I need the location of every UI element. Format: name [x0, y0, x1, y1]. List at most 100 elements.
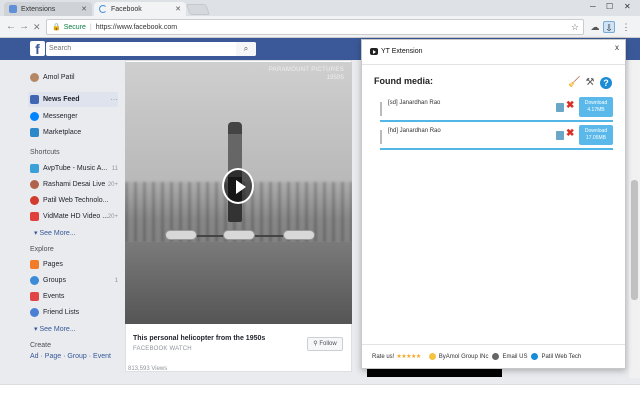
shortcut-item[interactable]: Rashami Desai Live 20+ — [30, 177, 118, 192]
browser-tab-strip: Extensions ✕ Facebook ✕ ─ ☐ ✕ — [0, 0, 640, 16]
tab-facebook[interactable]: Facebook ✕ — [94, 2, 186, 16]
avatar — [30, 73, 39, 82]
nav-label: VidMate HD Video ... — [43, 213, 109, 220]
divider — [362, 64, 625, 65]
help-icon[interactable]: ? — [600, 77, 612, 89]
news-feed-icon — [30, 95, 39, 104]
nav-label: Pages — [43, 261, 63, 268]
loading-icon — [99, 5, 107, 13]
media-label: [sd] Janardhan Rao — [388, 100, 441, 106]
video-frame-helicopter — [165, 222, 315, 244]
tools-icon[interactable]: ⚒ — [584, 77, 596, 89]
see-more-explore-link[interactable]: ▾ See More... — [34, 325, 76, 333]
download-button[interactable]: Download 17.05MB — [579, 125, 613, 145]
nav-label: AvpTube - Music A... — [43, 165, 108, 172]
facebook-logo[interactable]: f — [30, 41, 45, 57]
maximize-icon[interactable]: ☐ — [606, 2, 613, 11]
popup-footer: Rate us! ★★★★★ ByAmol Group INc Email US… — [362, 344, 625, 368]
company-icon — [428, 353, 436, 360]
nav-label: Rashami Desai Live — [43, 181, 106, 188]
broom-icon[interactable]: 🧹 — [568, 77, 580, 89]
view-count: 813,593 Views — [128, 366, 168, 372]
explore-heading: Explore — [30, 246, 54, 253]
page-avatar-icon — [30, 196, 39, 205]
back-icon[interactable]: ← — [6, 21, 16, 33]
calendar-icon — [30, 292, 39, 301]
rate-label: Rate us! — [372, 353, 395, 360]
see-more-shortcuts-link[interactable]: ▾ See More... — [34, 229, 76, 237]
tab-label: Extensions — [21, 5, 56, 13]
nav-messenger[interactable]: Messenger — [30, 109, 78, 124]
rating-stars[interactable]: ★★★★★ — [396, 353, 421, 360]
friends-icon — [30, 308, 39, 317]
nav-label: Friend Lists — [43, 309, 80, 316]
yt-extension-icon[interactable]: ⇩ — [603, 21, 615, 33]
search-input[interactable] — [46, 42, 256, 56]
popup-title: YT Extension — [381, 48, 423, 55]
shortcut-item[interactable]: AvpTube - Music A... 11 — [30, 161, 118, 176]
address-bar[interactable]: 🔒 Secure | https://www.facebook.com ☆ — [46, 19, 584, 35]
groups-icon — [30, 276, 39, 285]
nav-label: Groups — [43, 277, 66, 284]
remove-icon[interactable]: ✖ — [566, 100, 574, 112]
remove-icon[interactable]: ✖ — [566, 128, 574, 140]
close-window-icon[interactable]: ✕ — [624, 2, 631, 11]
post-source[interactable]: FACEBOOK WATCH — [133, 346, 192, 352]
close-icon[interactable]: ✕ — [81, 5, 87, 13]
media-row: [hd] Janardhan Rao ✖ Download 17.05MB — [380, 124, 613, 150]
page-avatar-icon — [30, 180, 39, 189]
menu-icon[interactable]: ⋮ — [620, 21, 632, 33]
close-icon[interactable]: ✕ — [175, 5, 181, 13]
new-tab-button[interactable] — [185, 4, 211, 15]
app-icon — [30, 212, 39, 221]
company-label[interactable]: ByAmol Group INc — [439, 354, 489, 360]
nav-groups[interactable]: Groups 1 — [30, 273, 118, 288]
count-badge: 11 — [111, 165, 118, 172]
yt-extension-popup: YT Extension x Found media: 🧹 ⚒ ? [sd] J… — [361, 39, 626, 369]
website-link[interactable]: Patil Web Tech — [541, 354, 581, 360]
cloud-icon[interactable]: ☁ — [589, 21, 601, 33]
video-frame-ground — [125, 242, 352, 324]
flag-icon — [30, 260, 39, 269]
nav-news-feed[interactable]: News Feed ··· — [30, 92, 118, 107]
file-icon[interactable] — [556, 131, 564, 140]
nav-profile[interactable]: Amol Patil — [30, 70, 75, 85]
nav-label: Amol Patil — [43, 74, 75, 81]
follow-button[interactable]: ⚲ Follow — [307, 337, 343, 351]
row-marker — [380, 102, 382, 116]
scrollbar-thumb[interactable] — [631, 180, 638, 300]
file-icon[interactable] — [556, 103, 564, 112]
count-badge: 20+ — [107, 181, 118, 188]
shortcuts-heading: Shortcuts — [30, 149, 60, 156]
nav-label: Marketplace — [43, 129, 82, 136]
marketplace-icon — [30, 128, 39, 137]
popup-header: YT Extension — [370, 48, 423, 55]
email-icon — [492, 353, 500, 360]
lock-icon: 🔒 — [52, 24, 61, 31]
nav-label: News Feed — [43, 96, 80, 103]
more-options-icon[interactable]: ··· — [110, 95, 118, 104]
found-media-heading: Found media: — [374, 76, 433, 86]
shortcut-item[interactable]: Patil Web Technolo... — [30, 193, 114, 208]
nav-marketplace[interactable]: Marketplace — [30, 125, 81, 140]
nav-label: Events — [43, 293, 65, 300]
video-watermark: PARAMOUNT PICTURES — [268, 67, 344, 73]
nav-friend-lists[interactable]: Friend Lists — [30, 305, 114, 320]
shortcut-item[interactable]: VidMate HD Video ... 20+ — [30, 209, 118, 224]
email-link[interactable]: Email US — [502, 354, 527, 360]
create-links[interactable]: Ad · Page · Group · Event — [30, 353, 111, 360]
nav-events[interactable]: Events — [30, 289, 114, 304]
nav-pages[interactable]: Pages — [30, 257, 114, 272]
close-icon[interactable]: x — [615, 43, 619, 52]
bookmark-star-icon[interactable]: ☆ — [571, 22, 579, 33]
post-title[interactable]: This personal helicopter from the 1950s — [133, 335, 265, 342]
tab-extensions[interactable]: Extensions ✕ — [4, 2, 92, 16]
download-button[interactable]: Download 4.17MB — [579, 97, 613, 117]
play-button[interactable] — [222, 168, 254, 204]
search-icon[interactable]: ⌕ — [236, 42, 256, 56]
minimize-icon[interactable]: ─ — [590, 2, 596, 11]
nav-label: Patil Web Technolo... — [43, 197, 109, 204]
web-icon — [531, 353, 539, 360]
stop-icon[interactable]: ✕ — [33, 21, 41, 33]
forward-icon[interactable]: → — [19, 21, 29, 33]
